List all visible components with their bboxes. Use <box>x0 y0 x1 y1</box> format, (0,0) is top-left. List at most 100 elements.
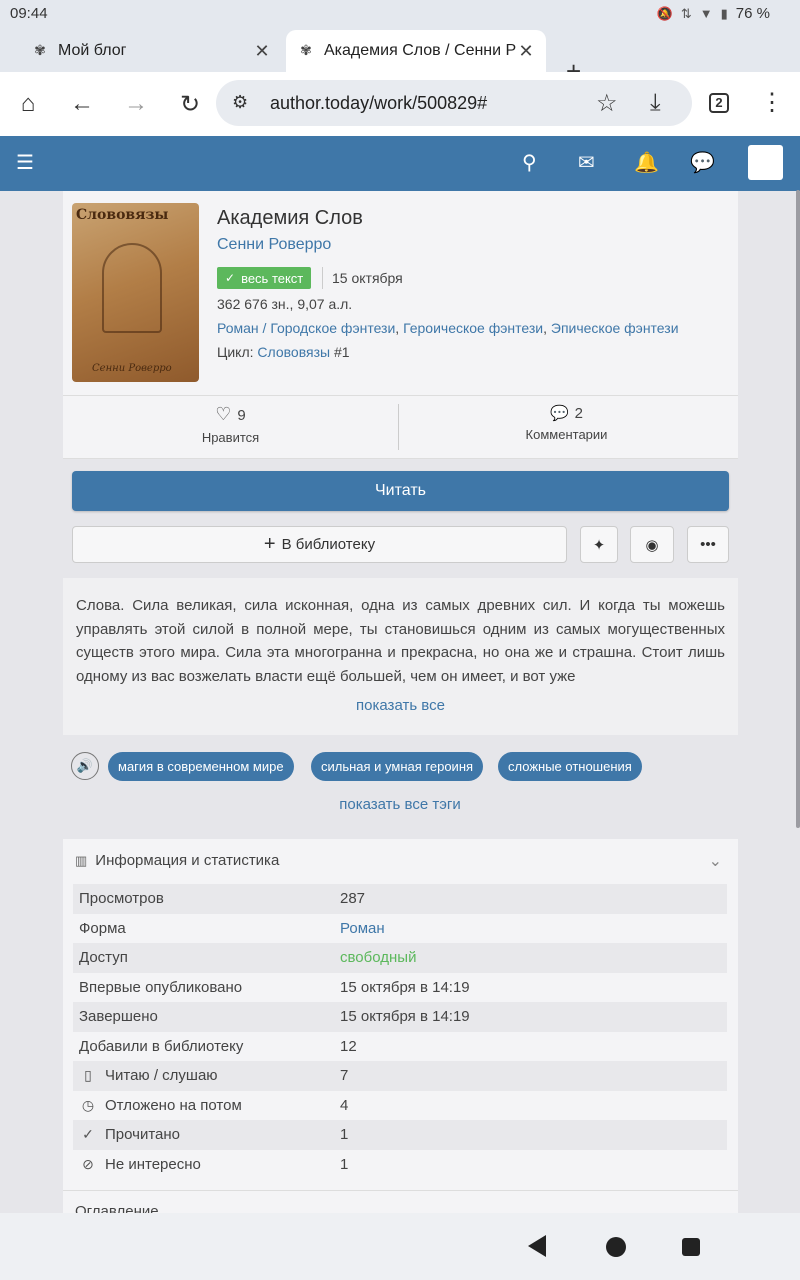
data-arrows-icon: ⇅ <box>680 5 692 21</box>
site-settings-icon[interactable]: ⚙ <box>232 92 248 113</box>
eye-slash-icon: ⊘ <box>82 1155 94 1172</box>
info-row: Доступ свободный <box>73 943 727 973</box>
page-scrollbar[interactable] <box>796 190 800 828</box>
annotation-block: Слова. Сила великая, сила исконная, одна… <box>63 578 738 735</box>
info-key: Просмотров <box>79 890 164 907</box>
info-row: Завершено 15 октября в 14:19 <box>73 1002 727 1032</box>
info-key: Отложено на потом <box>105 1096 242 1114</box>
info-value: 12 <box>340 1037 357 1055</box>
battery-icon: ▮ <box>720 5 728 21</box>
book-title: Академия Слов <box>217 207 363 229</box>
book-cover-image[interactable]: Слововязы Сенни Роверро <box>72 203 199 382</box>
sparkle-button[interactable]: ✦ <box>580 526 618 563</box>
mail-icon[interactable]: ✉ <box>578 150 595 175</box>
add-to-library-button[interactable]: + В библиотеку <box>72 526 567 563</box>
address-bar[interactable]: ⚙ author.today/work/500829# ☆ ⤓ <box>216 80 692 126</box>
likes-label: Нравится <box>201 430 260 445</box>
add-to-library-label: В библиотеку <box>281 536 376 553</box>
info-row: Просмотров 287 <box>73 884 727 914</box>
info-row: ⊘ Не интересно 1 <box>73 1150 727 1180</box>
status-badge-label: весь текст <box>241 270 304 286</box>
more-dots-icon: ••• <box>700 536 716 553</box>
info-value-link[interactable]: Роман <box>340 920 385 937</box>
watch-button[interactable]: ◉ <box>630 526 674 563</box>
info-value: 15 октября в 14:19 <box>340 978 470 996</box>
home-icon[interactable]: ⌂ <box>10 86 46 122</box>
cycle-label: Цикл: <box>217 344 254 360</box>
likes-stat[interactable]: ♡ 9 Нравится <box>63 396 398 458</box>
check-icon: ✓ <box>225 271 236 285</box>
heart-icon: ♡ <box>215 404 232 424</box>
genre-link[interactable]: Эпическое фэнтези <box>551 320 679 336</box>
cycle-link[interactable]: Слововязы <box>257 344 330 360</box>
info-key: Форма <box>79 919 126 937</box>
tag-chip[interactable]: сильная и умная героиня <box>311 752 484 781</box>
info-value: 1 <box>340 1126 349 1143</box>
info-key: Впервые опубликовано <box>79 978 243 996</box>
info-row: Впервые опубликовано 15 октября в 14:19 <box>73 973 727 1003</box>
search-icon[interactable]: ⚲ <box>522 150 537 175</box>
tab-my-blog[interactable]: ✾ Мой блог ✕ <box>20 30 282 72</box>
info-row: ◷ Отложено на потом 4 <box>73 1091 727 1121</box>
book-card: Слововязы Сенни Роверро Академия Слов Се… <box>63 191 738 459</box>
publish-date: 15 октября <box>332 270 403 286</box>
tab-academy-of-words[interactable]: ✾ Академия Слов / Сенни Роверро ✕ <box>286 30 546 72</box>
browser-toolbar: ⌂ ← → ↻ ⚙ author.today/work/500829# ☆ ⤓ … <box>0 72 800 136</box>
genre-link[interactable]: Героическое фэнтези <box>403 320 543 336</box>
nav-recents-icon[interactable] <box>682 1238 700 1256</box>
info-row: Форма Роман <box>73 914 727 944</box>
info-value: 287 <box>340 890 366 907</box>
info-key: Добавили в библиотеку <box>79 1037 244 1055</box>
reload-icon[interactable]: ↻ <box>172 86 208 122</box>
status-icons: 🔕 ⇅ ▼ ▮ 76 % <box>657 5 770 22</box>
info-key: Не интересно <box>105 1155 201 1173</box>
info-stats-title: Информация и статистика <box>95 852 280 869</box>
comments-stat[interactable]: 💬 2 Комментарии <box>399 396 734 458</box>
cover-illustration <box>102 243 162 333</box>
show-all-annotation-link[interactable]: показать все <box>63 697 738 714</box>
bookmark-icon: ▯ <box>84 1067 92 1083</box>
sparkle-icon: ✦ <box>592 536 606 554</box>
forward-arrow-icon[interactable]: → <box>118 86 154 122</box>
double-check-icon: ✓ <box>82 1126 94 1142</box>
chevron-down-icon[interactable]: ⌄ <box>709 851 722 871</box>
tab-label: Академия Слов / Сенни Роверро <box>324 42 516 59</box>
status-bar: 09:44 🔕 ⇅ ▼ ▮ 76 % <box>0 0 800 26</box>
info-value: 1 <box>340 1155 349 1173</box>
hamburger-menu-icon[interactable]: ☰ <box>16 150 34 175</box>
tag-chip[interactable]: сложные отношения <box>498 752 642 781</box>
user-avatar[interactable] <box>748 145 783 180</box>
clock-icon: ◷ <box>81 1096 95 1113</box>
close-tab-icon[interactable]: ✕ <box>252 41 272 62</box>
back-arrow-icon[interactable]: ← <box>64 86 100 122</box>
cover-author: Сенни Роверро <box>92 363 172 374</box>
more-options-button[interactable]: ••• <box>687 526 729 563</box>
download-icon[interactable]: ⤓ <box>650 89 661 117</box>
comments-count: 2 <box>574 405 584 422</box>
info-stats-header[interactable]: ▥ Информация и статистика <box>75 852 279 869</box>
bookmark-star-icon[interactable]: ☆ <box>596 89 618 118</box>
close-tab-icon[interactable]: ✕ <box>516 41 536 62</box>
tab-label: Мой блог <box>58 42 127 59</box>
tag-chip[interactable]: магия в современном мире <box>108 752 294 781</box>
audio-speaker-icon[interactable]: 🔊 <box>71 752 99 780</box>
table-of-contents-header[interactable]: Оглавление <box>63 1190 738 1214</box>
book-size: 362 676 зн., 9,07 а.л. <box>217 296 353 312</box>
browser-tab-strip: ✾ Мой блог ✕ ✾ Академия Слов / Сенни Ров… <box>0 26 800 86</box>
likes-count: 9 <box>237 407 246 424</box>
book-author-link[interactable]: Сенни Роверро <box>217 236 331 254</box>
divider <box>322 267 323 289</box>
cycle-number: #1 <box>333 344 350 360</box>
show-all-tags-link[interactable]: показать все тэги <box>0 796 800 813</box>
tab-switcher-button[interactable]: 2 <box>709 93 729 113</box>
info-value: свободный <box>340 949 417 966</box>
genre-link[interactable]: Роман / Городское фэнтези <box>217 320 395 336</box>
read-button[interactable]: Читать <box>72 471 729 511</box>
browser-menu-icon[interactable]: ⋮ <box>760 88 784 117</box>
nav-back-icon[interactable] <box>528 1235 546 1257</box>
chat-bubble-icon[interactable]: 💬 <box>690 150 715 175</box>
bell-icon[interactable]: 🔔 <box>634 150 659 175</box>
nav-home-icon[interactable] <box>606 1237 626 1257</box>
url-text[interactable]: author.today/work/500829# <box>270 93 487 114</box>
annotation-text: Слова. Сила великая, сила исконная, одна… <box>76 597 725 684</box>
